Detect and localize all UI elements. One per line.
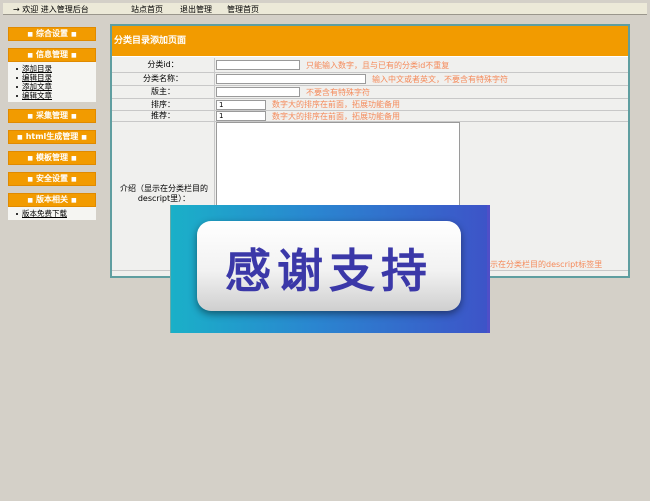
sidebar-section-general[interactable]: ■ 综合设置 ■	[8, 27, 96, 41]
sidebar-item-add-article[interactable]: 添加文章	[16, 82, 96, 91]
row-owner: 版主： 不要含有特殊字符	[112, 86, 628, 99]
welcome-text: → 欢迎 进入管理后台	[13, 5, 89, 14]
row-recommend: 推荐： 1 数字大的排序在前面，拓展功能备用	[112, 111, 628, 122]
row-category-name: 分类名称： 输入中文或者英文，不要含有特殊字符	[112, 73, 628, 86]
nav-site-home[interactable]: 站点首页	[131, 4, 163, 15]
page-title: 分类目录添加页面	[112, 26, 628, 57]
row-category-id: 分类id： 只能输入数字，且与已有的分类id不重复	[112, 58, 628, 73]
label-category-name: 分类名称：	[112, 73, 215, 85]
label-recommend: 推荐：	[112, 111, 215, 121]
thanks-text: 感谢支持	[225, 244, 433, 298]
sidebar-item-download[interactable]: 版本免费下载	[16, 209, 96, 218]
nav-admin-home[interactable]: 管理首页	[227, 4, 259, 15]
label-description: 介绍（显示在分类栏目的descript里）：	[120, 184, 208, 203]
sidebar-info-list: 添加目录 编辑目录 添加文章 编辑文章	[8, 62, 96, 102]
sidebar-section-html[interactable]: ■ html生成管理 ■	[8, 130, 96, 144]
sidebar-item-edit-category[interactable]: 编辑目录	[16, 73, 96, 82]
label-category-id: 分类id：	[112, 58, 215, 72]
sidebar-item-add-category[interactable]: 添加目录	[16, 64, 96, 73]
recommend-input[interactable]: 1	[216, 111, 266, 121]
hint-owner: 不要含有特殊字符	[306, 88, 370, 97]
sidebar-version-list: 版本免费下载	[8, 207, 96, 220]
sidebar-section-collect[interactable]: ■ 采集管理 ■	[8, 109, 96, 123]
thanks-card: 感谢支持	[197, 221, 461, 311]
row-order: 排序： 1 数字大的排序在前面，拓展功能备用	[112, 99, 628, 111]
nav-logout[interactable]: 退出管理	[180, 4, 212, 15]
sidebar-section-info[interactable]: ■ 信息管理 ■	[8, 48, 96, 62]
sidebar-section-security[interactable]: ■ 安全设置 ■	[8, 172, 96, 186]
top-bar: → 欢迎 进入管理后台 站点首页 退出管理 管理首页	[3, 3, 647, 15]
sidebar-section-template[interactable]: ■ 模板管理 ■	[8, 151, 96, 165]
bullet-icon	[16, 213, 18, 215]
hint-order: 数字大的排序在前面，拓展功能备用	[272, 100, 400, 109]
category-id-input[interactable]	[216, 60, 300, 70]
label-order: 排序：	[112, 99, 215, 110]
hint-category-id: 只能输入数字，且与已有的分类id不重复	[306, 61, 450, 70]
owner-input[interactable]	[216, 87, 300, 97]
label-owner: 版主：	[112, 86, 215, 98]
sidebar-item-edit-article[interactable]: 编辑文章	[16, 91, 96, 100]
bullet-icon	[16, 86, 18, 88]
bullet-icon	[16, 77, 18, 79]
sidebar-section-version[interactable]: ■ 版本相关 ■	[8, 193, 96, 207]
hint-recommend: 数字大的排序在前面，拓展功能备用	[272, 112, 400, 121]
bullet-icon	[16, 68, 18, 70]
order-input[interactable]: 1	[216, 100, 266, 110]
sidebar: ■ 综合设置 ■ ■ 信息管理 ■ 添加目录 编辑目录 添加文章 编辑文章 ■ 采集管理 ■…	[8, 27, 96, 220]
hint-category-name: 输入中文或者英文，不要含有特殊字符	[372, 75, 508, 84]
thanks-banner: 感谢支持	[170, 205, 490, 333]
category-name-input[interactable]	[216, 74, 366, 84]
hint-description: 示在分类栏目的descript标签里	[490, 260, 603, 269]
bullet-icon	[16, 95, 18, 97]
